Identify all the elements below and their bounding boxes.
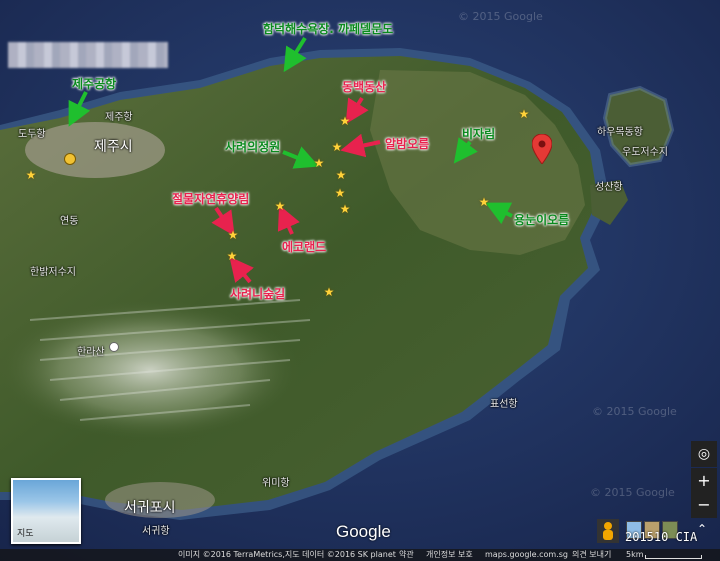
- privacy-link[interactable]: 개인정보 보호: [426, 549, 473, 561]
- star-marker[interactable]: ★: [339, 115, 351, 127]
- attribution-footer: 이미지 ©2016 TerraMetrics,지도 데이터 ©2016 SK p…: [0, 549, 720, 561]
- star-marker[interactable]: ★: [331, 141, 343, 153]
- scale-label: 5km: [626, 550, 644, 559]
- star-marker[interactable]: ★: [323, 286, 335, 298]
- annotation-arrows: [68, 36, 513, 284]
- pegman-button[interactable]: [597, 519, 619, 543]
- google-logo: Google: [336, 522, 391, 541]
- site-link[interactable]: maps.google.com.sg: [485, 549, 568, 561]
- scale-bar: [645, 555, 702, 559]
- arrow: [453, 137, 478, 164]
- pegman-body-icon: [603, 530, 613, 540]
- zoom-out-button[interactable]: −: [691, 492, 717, 518]
- arrow: [485, 202, 513, 225]
- imagery-attribution: 이미지 ©2016 TerraMetrics,지도 데이터 ©2016 SK p…: [178, 550, 396, 559]
- star-marker[interactable]: ★: [334, 187, 346, 199]
- my-location-button[interactable]: ◎: [691, 441, 717, 467]
- arrow: [277, 205, 300, 235]
- star-marker[interactable]: ★: [227, 229, 239, 241]
- arrow: [283, 36, 307, 73]
- expand-imagery-button[interactable]: ⌃: [697, 522, 707, 536]
- location-pin-icon[interactable]: [532, 134, 552, 164]
- pegman-head-icon: [604, 522, 612, 530]
- imagery-date-label: 201510 CIA: [625, 530, 698, 544]
- star-marker[interactable]: ★: [274, 200, 286, 212]
- star-marker[interactable]: ★: [478, 196, 490, 208]
- star-marker[interactable]: ★: [335, 169, 347, 181]
- star-marker[interactable]: ★: [226, 250, 238, 262]
- feedback-link[interactable]: 의견 보내기: [572, 549, 611, 561]
- arrow: [345, 96, 369, 125]
- star-marker[interactable]: ★: [313, 157, 325, 169]
- arrow: [211, 206, 235, 236]
- star-marker[interactable]: ★: [339, 203, 351, 215]
- zoom-in-button[interactable]: +: [691, 468, 717, 494]
- satellite-map[interactable]: © 2015 Google © 2015 Google © 2015 Googl…: [0, 0, 720, 561]
- arrow: [68, 91, 91, 127]
- star-marker[interactable]: ★: [518, 108, 530, 120]
- arrow: [282, 146, 320, 169]
- terms-link[interactable]: 약관: [399, 549, 414, 561]
- star-marker[interactable]: ★: [25, 169, 37, 181]
- arrow: [340, 133, 381, 158]
- map-type-thumbnail[interactable]: 지도: [11, 478, 81, 544]
- arrow: [229, 256, 254, 284]
- thumbnail-label: 지도: [17, 529, 34, 539]
